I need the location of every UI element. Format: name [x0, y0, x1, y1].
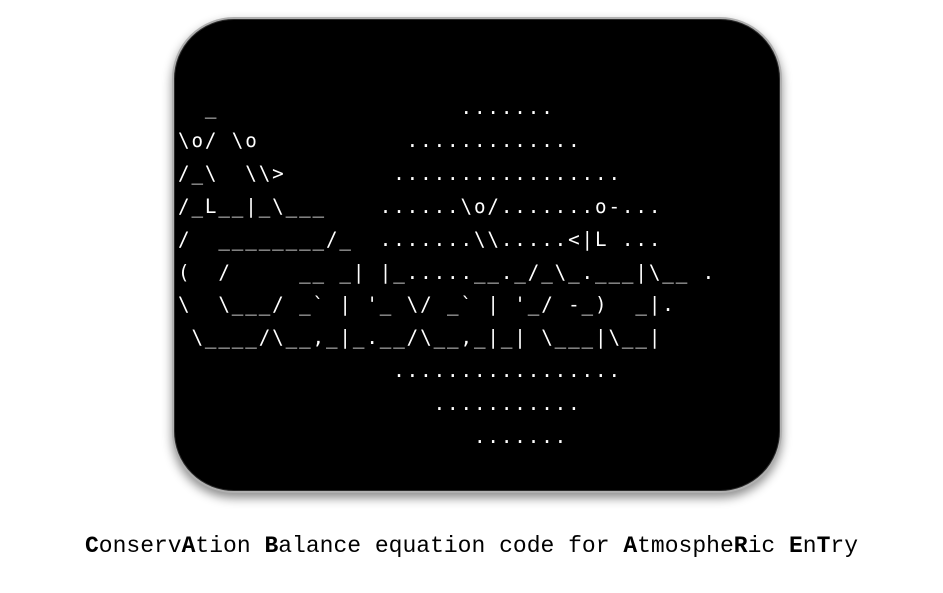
- caption-text: tmosphe: [637, 533, 734, 559]
- ascii-art-line: /_L__|_\___ ......\o/.......o-...: [178, 194, 663, 218]
- ascii-art-logo: _ ....... \o/ \o ............. /_\ \\> .…: [178, 92, 716, 454]
- acronym-letter: B: [264, 533, 279, 559]
- ascii-art-line: /_\ \\> .................: [178, 161, 622, 185]
- caption-text: ry: [830, 533, 859, 559]
- acronym-letter: T: [816, 533, 831, 559]
- ascii-art-line: ( / __ _| |_.....__._/_\_.___|\__ .: [178, 260, 717, 284]
- ascii-art-line: .................: [178, 359, 622, 383]
- acronym-caption: ConservAtion Balance equation code for A…: [0, 533, 943, 559]
- caption-text: alance equation code for: [278, 533, 624, 559]
- ascii-art-line: .......: [178, 425, 569, 449]
- caption-text: ic: [747, 533, 789, 559]
- ascii-art-line: \ \___/ _` | '_ \/ _` | '_/ -_) _|.: [178, 293, 676, 317]
- ascii-art-line: ...........: [178, 392, 582, 416]
- acronym-letter: R: [733, 533, 748, 559]
- acronym-letter: E: [788, 533, 803, 559]
- acronym-letter: A: [181, 533, 196, 559]
- ascii-art-line: _ .......: [178, 96, 555, 119]
- acronym-letter: A: [623, 533, 638, 559]
- ascii-art-line: \____/\__,_|_.__/\__,_|_| \___|\__|: [178, 326, 663, 350]
- ascii-art-line: / ________/_ .......\\.....<|L ...: [178, 227, 663, 251]
- acronym-letter: C: [84, 533, 99, 559]
- caption-text: tion: [195, 533, 265, 559]
- ascii-art-line: \o/ \o .............: [178, 128, 582, 152]
- caption-text: onserv: [98, 533, 182, 559]
- caption-text: n: [802, 533, 817, 559]
